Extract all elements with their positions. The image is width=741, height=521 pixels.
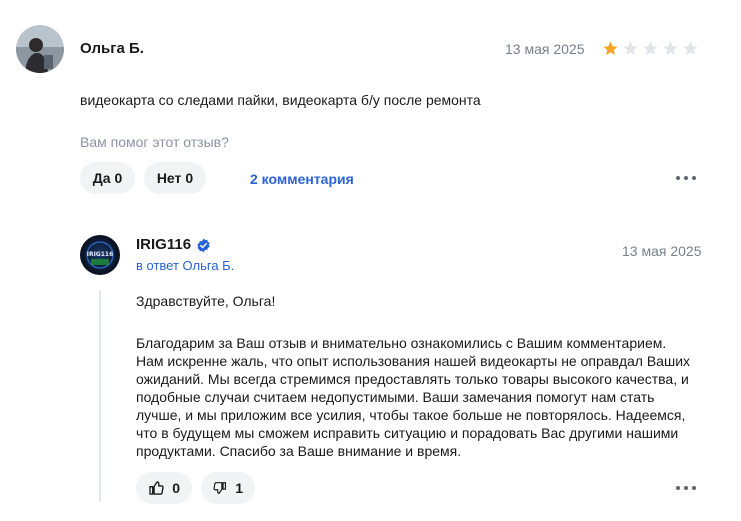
reply-message: Благодарим за Ваш отзыв и внимательно оз…	[136, 335, 691, 459]
thumbs-up-icon	[149, 481, 164, 495]
seller-name[interactable]: IRIG116	[136, 236, 191, 253]
dislike-button[interactable]: 1	[201, 472, 255, 504]
helpful-yes-button[interactable]: Да 0	[80, 162, 135, 194]
like-count: 0	[172, 480, 180, 496]
review-text: видеокарта со следами пайки, видеокарта …	[80, 92, 481, 108]
star-icon-empty	[683, 41, 698, 56]
helpful-no-count: 0	[185, 170, 194, 186]
seller-avatar[interactable]: IRIG116	[80, 235, 120, 275]
comments-link[interactable]: 2 комментария	[250, 171, 354, 187]
seller-avatar-text: IRIG116	[87, 251, 114, 258]
reply-more-options-icon[interactable]	[676, 486, 696, 490]
reviewer-name[interactable]: Ольга Б.	[80, 40, 144, 57]
star-icon-empty	[623, 41, 638, 56]
helpful-question: Вам помог этот отзыв?	[80, 134, 229, 150]
verified-badge-icon	[197, 238, 210, 253]
review-more-options-icon[interactable]	[676, 176, 696, 180]
star-icon-empty	[663, 41, 678, 56]
helpful-yes-label: Да	[92, 170, 111, 186]
dislike-count: 1	[235, 480, 243, 496]
helpful-no-button[interactable]: Нет 0	[144, 162, 206, 194]
reply-greeting: Здравствуйте, Ольга!	[136, 293, 276, 309]
star-icon-empty	[643, 41, 658, 56]
reply-date: 13 мая 2025	[622, 243, 702, 259]
helpful-no-label: Нет	[156, 170, 182, 186]
rating-stars	[602, 40, 699, 57]
reply-to-link[interactable]: в ответ Ольга Б.	[136, 258, 234, 273]
star-icon-filled	[603, 41, 618, 56]
thread-line	[99, 290, 101, 502]
reviewer-avatar[interactable]	[16, 25, 64, 73]
review-date: 13 мая 2025	[505, 41, 585, 57]
reply-body: Здравствуйте, Ольга! Благодарим за Ваш о…	[136, 292, 696, 460]
thumbs-down-icon	[213, 482, 227, 494]
like-button[interactable]: 0	[136, 472, 192, 504]
helpful-yes-count: 0	[114, 170, 123, 186]
